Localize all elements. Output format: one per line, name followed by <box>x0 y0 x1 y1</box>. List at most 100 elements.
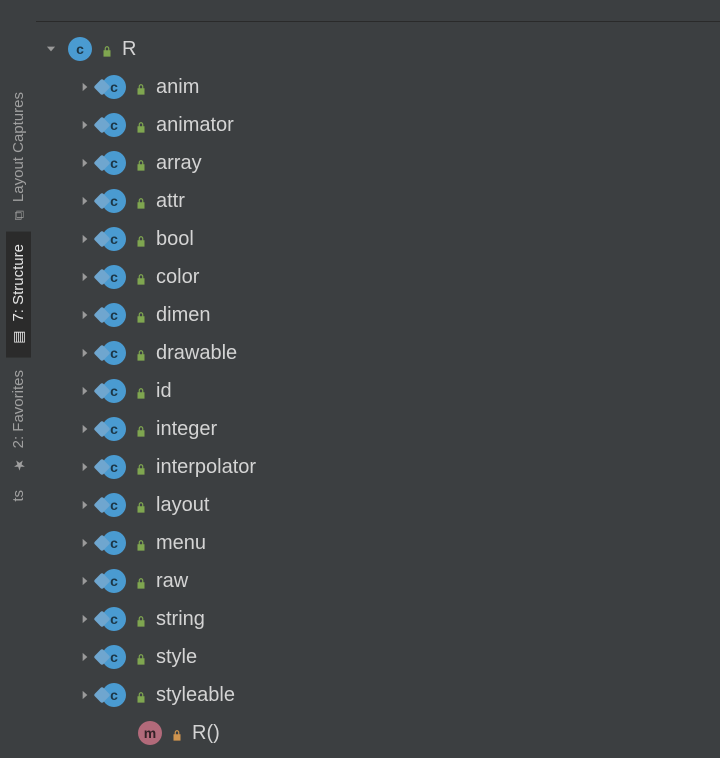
tree-node-integer[interactable]: c integer <box>40 410 720 448</box>
tree-node-anim[interactable]: c anim <box>40 68 720 106</box>
tree-node-dimen[interactable]: c dimen <box>40 296 720 334</box>
chevron-right-icon[interactable] <box>76 572 94 590</box>
node-label: R <box>122 38 136 61</box>
class-icon: c <box>68 37 92 61</box>
chevron-right-icon[interactable] <box>76 496 94 514</box>
lock-icon <box>134 384 148 398</box>
structure-tree[interactable]: c R c anim c animator c <box>36 22 720 758</box>
rail-tab-label: ts <box>10 490 27 502</box>
tree-node-interpolator[interactable]: c interpolator <box>40 448 720 486</box>
star-icon: ★ <box>10 456 26 472</box>
node-label: integer <box>156 418 217 441</box>
class-icon: c <box>102 189 126 213</box>
chevron-right-icon[interactable] <box>76 610 94 628</box>
class-icon: c <box>102 645 126 669</box>
lock-icon <box>134 232 148 246</box>
class-icon: c <box>102 379 126 403</box>
tree-children: c anim c animator c array c attr <box>40 68 720 714</box>
chevron-right-icon[interactable] <box>76 268 94 286</box>
node-label: raw <box>156 570 188 593</box>
lock-icon <box>134 422 148 436</box>
class-icon: c <box>102 607 126 631</box>
chevron-right-icon[interactable] <box>76 230 94 248</box>
rail-tab-layout-captures[interactable]: ⧉ Layout Captures <box>6 80 31 232</box>
class-icon: c <box>102 341 126 365</box>
node-label: dimen <box>156 304 210 327</box>
chevron-right-icon[interactable] <box>76 686 94 704</box>
tree-node-string[interactable]: c string <box>40 600 720 638</box>
chevron-right-icon[interactable] <box>76 154 94 172</box>
class-icon: c <box>102 493 126 517</box>
class-icon: c <box>102 151 126 175</box>
tree-node-raw[interactable]: c raw <box>40 562 720 600</box>
lock-icon <box>134 118 148 132</box>
layout-captures-icon: ⧉ <box>10 210 26 220</box>
rail-tab-favorites[interactable]: ★ 2: Favorites <box>6 358 31 484</box>
node-label: R() <box>192 722 220 745</box>
class-icon: c <box>102 417 126 441</box>
tree-node-drawable[interactable]: c drawable <box>40 334 720 372</box>
tree-node-method[interactable]: m R() <box>40 714 720 752</box>
structure-toolbar <box>36 0 720 22</box>
chevron-right-icon[interactable] <box>76 344 94 362</box>
class-icon: c <box>102 531 126 555</box>
class-icon: c <box>102 683 126 707</box>
rail-tab-label: 2: Favorites <box>10 370 27 448</box>
tree-node-menu[interactable]: c menu <box>40 524 720 562</box>
lock-icon <box>134 536 148 550</box>
tree-node-root[interactable]: c R <box>40 30 720 68</box>
lock-icon <box>134 650 148 664</box>
node-label: bool <box>156 228 194 251</box>
class-icon: c <box>102 227 126 251</box>
chevron-right-icon[interactable] <box>76 534 94 552</box>
chevron-right-icon[interactable] <box>76 78 94 96</box>
lock-icon <box>134 156 148 170</box>
class-icon: c <box>102 569 126 593</box>
chevron-right-icon[interactable] <box>76 648 94 666</box>
tree-node-id[interactable]: c id <box>40 372 720 410</box>
lock-icon <box>100 42 114 56</box>
tree-node-layout[interactable]: c layout <box>40 486 720 524</box>
class-icon: c <box>102 455 126 479</box>
lock-icon <box>134 688 148 702</box>
tree-node-array[interactable]: c array <box>40 144 720 182</box>
class-icon: c <box>102 75 126 99</box>
tree-node-attr[interactable]: c attr <box>40 182 720 220</box>
chevron-right-icon[interactable] <box>76 382 94 400</box>
tree-node-bool[interactable]: c bool <box>40 220 720 258</box>
tree-node-animator[interactable]: c animator <box>40 106 720 144</box>
node-label: id <box>156 380 172 403</box>
chevron-right-icon[interactable] <box>76 192 94 210</box>
node-label: menu <box>156 532 206 555</box>
method-icon: m <box>138 721 162 745</box>
node-label: drawable <box>156 342 237 365</box>
node-label: interpolator <box>156 456 256 479</box>
lock-icon <box>134 612 148 626</box>
tree-node-color[interactable]: c color <box>40 258 720 296</box>
lock-icon <box>134 194 148 208</box>
rail-tab-partial[interactable]: ts <box>6 484 31 508</box>
rail-tab-label: Layout Captures <box>10 92 27 202</box>
class-icon: c <box>102 113 126 137</box>
node-label: styleable <box>156 684 235 707</box>
lock-icon <box>134 498 148 512</box>
lock-icon <box>134 574 148 588</box>
lock-icon <box>134 308 148 322</box>
lock-icon <box>134 270 148 284</box>
chevron-down-icon[interactable] <box>42 40 60 58</box>
chevron-right-icon[interactable] <box>76 306 94 324</box>
node-label: string <box>156 608 205 631</box>
left-tool-rail: ⧉ Layout Captures ▥ 7: Structure ★ 2: Fa… <box>0 0 36 758</box>
tree-node-styleable[interactable]: c styleable <box>40 676 720 714</box>
chevron-right-icon[interactable] <box>76 458 94 476</box>
node-label: style <box>156 646 197 669</box>
lock-icon <box>134 460 148 474</box>
tree-node-style[interactable]: c style <box>40 638 720 676</box>
lock-icon <box>134 80 148 94</box>
chevron-right-icon[interactable] <box>76 116 94 134</box>
rail-tab-label: 7: Structure <box>10 244 27 322</box>
node-label: attr <box>156 190 185 213</box>
structure-panel: c R c anim c animator c <box>36 0 720 758</box>
rail-tab-structure[interactable]: ▥ 7: Structure <box>6 232 31 358</box>
chevron-right-icon[interactable] <box>76 420 94 438</box>
